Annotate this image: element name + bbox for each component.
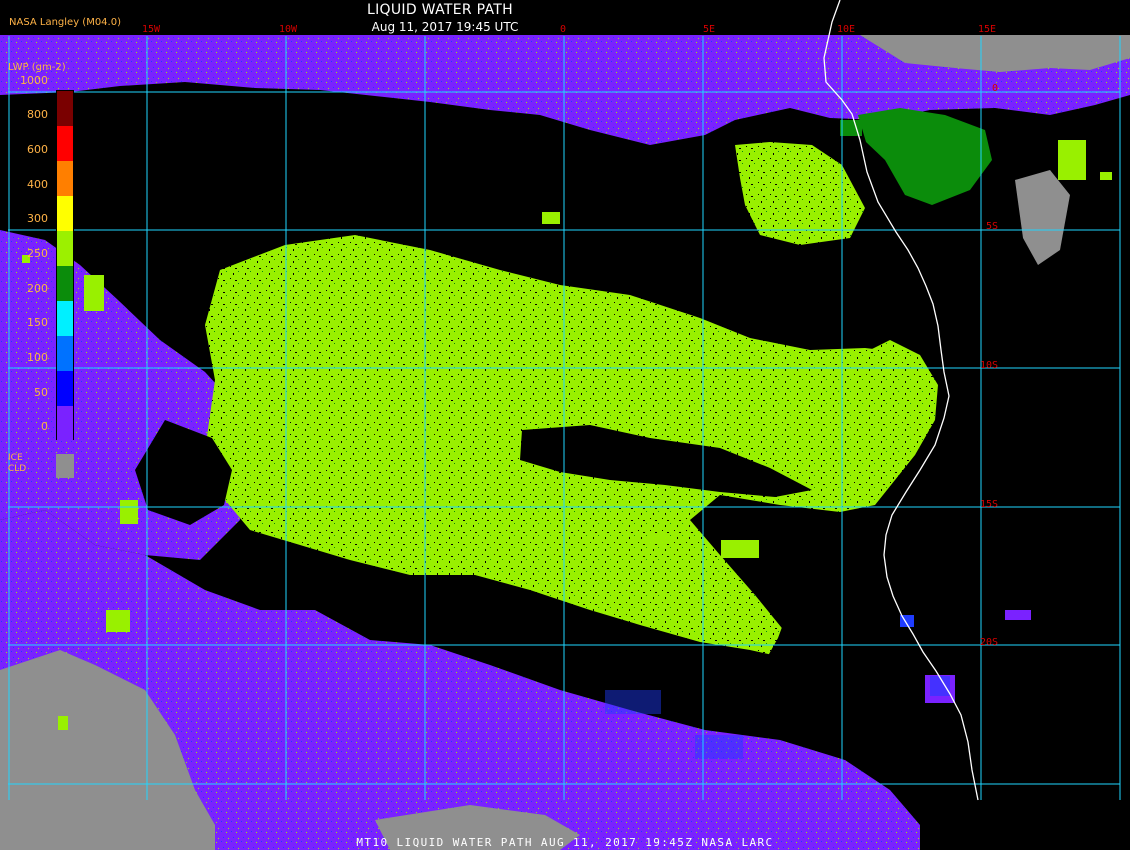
longitude-label-15w: 15W <box>142 24 161 35</box>
legend-tick-100: 100 <box>27 351 48 364</box>
longitude-label-15e: 15E <box>978 24 997 35</box>
legend-tick-1000: 1000 <box>20 74 48 87</box>
ice-cloud-label: ICE CLD <box>8 453 52 475</box>
legend-tick-0: 0 <box>41 420 48 433</box>
legend-tick-50: 50 <box>34 386 48 399</box>
legend-tick-600: 600 <box>27 143 48 156</box>
latitude-label-5s: 5S <box>985 221 998 232</box>
legend-tick-400: 400 <box>27 178 48 191</box>
longitude-label-10w: 10W <box>279 24 298 35</box>
legend-title: LWP (gm-2) <box>8 62 66 73</box>
legend-swatch <box>57 266 73 301</box>
legend-swatch <box>57 91 73 126</box>
legend-swatch <box>57 336 73 371</box>
legend-swatch <box>57 196 73 231</box>
legend-tick-200: 200 <box>27 282 48 295</box>
map-canvas <box>0 0 1130 850</box>
latitude-label-10s: 10S <box>979 360 998 371</box>
satellite-map: LIQUID WATER PATH Aug 11, 2017 19:45 UTC… <box>0 0 1130 850</box>
legend-tick-150: 150 <box>27 316 48 329</box>
ice-cloud-label-text: ICE CLD <box>8 453 27 474</box>
ice-cloud-swatch <box>56 454 74 478</box>
legend-tick-300: 300 <box>27 212 48 225</box>
color-legend: LWP (gm-2) 1000 800 600 400 300 250 200 … <box>8 62 76 482</box>
longitude-label-10e: 10E <box>837 24 856 35</box>
map-timestamp: Aug 11, 2017 19:45 UTC <box>371 20 519 34</box>
latitude-label-15s: 15S <box>979 499 998 510</box>
legend-swatch <box>57 406 73 441</box>
legend-swatch <box>57 301 73 336</box>
map-title: LIQUID WATER PATH <box>367 2 513 18</box>
legend-swatch <box>57 126 73 161</box>
latitude-label-20s: 20S <box>979 637 998 648</box>
organization-label: NASA Langley (M04.0) <box>9 17 121 28</box>
legend-scale: 1000 800 600 400 300 250 200 150 100 50 … <box>8 74 76 441</box>
legend-swatches <box>56 90 74 441</box>
legend-swatch <box>57 231 73 266</box>
footer-caption: MT10 LIQUID WATER PATH AUG 11, 2017 19:4… <box>356 836 774 849</box>
legend-tick-800: 800 <box>27 108 48 121</box>
latitude-label-0: 0 <box>991 83 998 94</box>
longitude-label-5e: 5E <box>703 24 716 35</box>
legend-swatch <box>57 371 73 406</box>
legend-swatch <box>57 161 73 196</box>
legend-tick-250: 250 <box>27 247 48 260</box>
longitude-label-0: 0 <box>560 24 567 35</box>
